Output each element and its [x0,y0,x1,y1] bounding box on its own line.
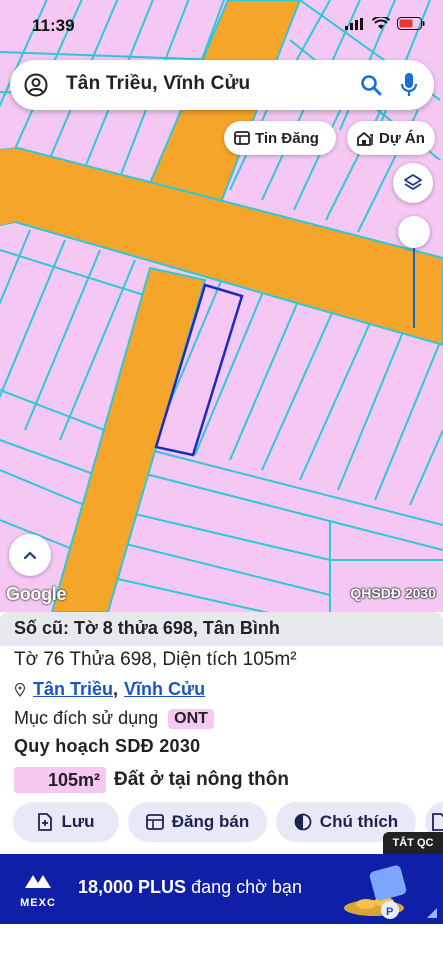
district-link[interactable]: Vĩnh Cửu [124,679,205,700]
layers-button[interactable] [393,163,433,203]
location-pin-icon [14,682,26,697]
plan-area-swatch: 105m² [14,767,106,793]
ad-banner[interactable]: MEXC 18,000 PLUS đang chờ bạn P [0,854,443,924]
action-buttons: Lưu Đăng bán Chú thích [0,802,443,842]
cellular-signal-icon [345,17,363,30]
plan-title: Quy hoạch SDĐ 2030 [14,736,201,756]
old-parcel-info: Số cũ: Tờ 8 thửa 698, Tân Bình [0,612,443,646]
purpose-line: Mục đích sử dụng ONT [14,708,214,729]
building-icon [357,131,373,146]
account-icon[interactable] [24,73,48,97]
map-view[interactable]: 11:39 Tân Triều, Vĩnh Cửu Tin Đăng Dự Án… [0,0,443,612]
ad-text-rest: đang chờ bạn [186,877,302,897]
plan-land-use-row: 105m² Đất ở tại nông thôn [14,767,289,793]
purpose-label: Mục đích sử dụng [14,708,159,728]
save-label: Lưu [61,812,95,831]
location-separator: , [113,679,119,699]
microphone-icon[interactable] [400,72,418,98]
sell-button[interactable]: Đăng bán [128,802,267,842]
expand-up-button[interactable] [9,534,51,576]
google-attribution: Google [6,584,67,604]
opacity-slider-track[interactable] [413,240,415,328]
mexc-logo-icon [25,875,51,888]
ad-text: 18,000 PLUS đang chờ bạn [78,877,302,898]
ad-brand-logo: MEXC [16,872,60,909]
search-icon[interactable] [360,74,382,96]
opacity-slider-handle[interactable] [398,216,430,248]
ad-text-highlight: 18,000 PLUS [78,877,187,897]
parcel-summary: Tờ 76 Thửa 698, Diện tích 105m² [14,649,297,670]
chevron-up-icon [23,551,37,560]
contrast-icon [294,813,312,831]
status-icons [345,17,425,30]
save-doc-icon [38,813,53,831]
add-icon [432,813,443,831]
commune-link[interactable]: Tân Triều [33,679,113,700]
location-line: Tân Triều , Vĩnh Cửu [14,679,205,700]
map-layer-label: QHSDĐ 2030 [350,585,436,601]
tin-dang-label: Tin Đăng [255,129,319,147]
status-bar: 11:39 [0,0,443,52]
legend-label: Chú thích [319,812,399,831]
close-ad-button[interactable]: TẮT QC [383,832,443,854]
listing-icon [145,814,164,830]
wifi-icon [372,17,390,29]
purpose-code-badge: ONT [168,708,214,729]
ad-info-icon[interactable] [425,906,439,920]
search-bar[interactable]: Tân Triều, Vĩnh Cửu [10,60,434,110]
plan-land-type: Đất ở tại nông thôn [114,769,289,790]
parcel-info-panel: Số cũ: Tờ 8 thửa 698, Tân Bình Tờ 76 Thử… [0,612,443,852]
du-an-label: Dự Án [379,129,425,147]
home-indicator-area [0,924,443,960]
layers-icon [404,174,422,190]
ad-coins-graphic: P [344,865,407,919]
newspaper-icon [234,131,250,145]
search-query[interactable]: Tân Triều, Vĩnh Cửu [66,73,250,95]
tin-dang-chip[interactable]: Tin Đăng [224,121,336,155]
sell-label: Đăng bán [171,812,250,831]
status-time: 11:39 [32,16,75,35]
save-button[interactable]: Lưu [13,802,119,842]
ad-brand-name: MEXC [20,897,56,909]
du-an-chip[interactable]: Dự Án [347,121,435,155]
battery-icon [397,17,425,30]
svg-text:P: P [386,906,393,918]
